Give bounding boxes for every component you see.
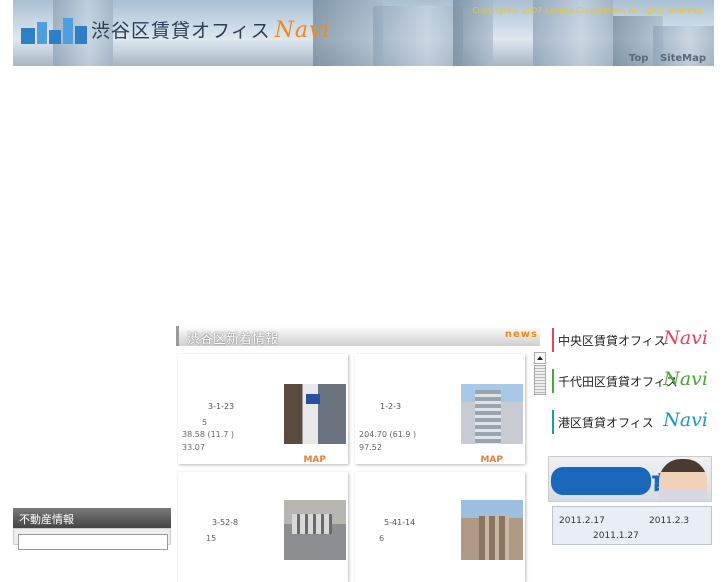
property-card[interactable]: 5-41-14 6 <box>355 472 525 582</box>
side-link-navi: Navi <box>663 409 708 431</box>
copyright: Copyright© 2007 Jusaina Corporation. All… <box>472 6 704 15</box>
side-link-navi: Navi <box>663 327 708 349</box>
property-photo[interactable] <box>461 500 523 560</box>
site-title[interactable]: 渋谷区賃貸オフィス Navi <box>91 16 330 43</box>
staff-photo <box>659 459 707 501</box>
side-link-label: 港区賃貸オフィス <box>558 416 654 430</box>
top-link[interactable]: Top <box>629 53 649 64</box>
property-floor: 15 <box>206 534 217 543</box>
property-address: 3-1-23 <box>208 402 235 411</box>
news-scrollbar[interactable] <box>534 352 546 396</box>
staff-comment-banner[interactable]: 担当者の一言 <box>548 456 712 502</box>
date-link[interactable]: 2011.1.27 <box>593 531 639 541</box>
site-title-navi: Navi <box>274 18 331 43</box>
site-title-text: 渋谷区賃貸オフィス <box>91 20 271 42</box>
property-area: 204.70 (61.9 ) <box>359 430 417 439</box>
property-address: 1-2-3 <box>380 402 402 411</box>
date-link[interactable]: 2011.2.3 <box>649 516 689 526</box>
date-link[interactable]: 2011.2.17 <box>559 516 605 526</box>
realestate-info-box <box>13 528 171 550</box>
comment-dates: 2011.2.17 2011.2.3 2011.1.27 <box>552 506 712 545</box>
property-photo[interactable] <box>461 384 523 444</box>
property-address: 3-52-8 <box>212 518 239 527</box>
news-heading-bar: 渋谷区新着情報 news <box>176 326 540 347</box>
banner-label: 担当者の一言 <box>557 473 671 495</box>
news-heading: 渋谷区新着情報 <box>187 332 279 347</box>
scroll-thumb[interactable] <box>534 365 546 395</box>
property-card[interactable]: 1-2-3 204.70 (61.9 ) 97.52 MAP <box>355 354 525 465</box>
scroll-up-icon[interactable] <box>534 352 546 364</box>
side-link-label: 千代田区賃貸オフィス <box>558 375 678 389</box>
property-photo[interactable] <box>284 384 346 444</box>
top-links: Top SiteMap <box>621 53 706 64</box>
side-link-chiyoda[interactable]: 千代田区賃貸オフィス Navi <box>552 368 710 393</box>
property-card[interactable]: 3-52-8 15 <box>178 472 348 582</box>
realestate-info-heading: 不動産情報 <box>13 508 171 528</box>
property-area: 38.58 (11.7 ) <box>182 430 235 439</box>
property-rent: 97.52 <box>359 443 382 452</box>
realestate-info-inner <box>18 534 168 550</box>
site-header: 渋谷区賃貸オフィス Navi Copyright© 2007 Jusaina Co… <box>13 0 714 66</box>
property-floor: 6 <box>379 534 385 543</box>
property-rent: 33.07 <box>182 443 205 452</box>
side-link-minato[interactable]: 港区賃貸オフィス Navi <box>552 409 710 434</box>
property-floor: 5 <box>202 418 208 427</box>
side-link-chuo[interactable]: 中央区賃貸オフィス Navi <box>552 327 710 352</box>
property-card[interactable]: 3-1-23 5 38.58 (11.7 ) 33.07 MAP <box>178 354 348 465</box>
side-link-label: 中央区賃貸オフィス <box>558 334 666 348</box>
property-address: 5-41-14 <box>384 518 416 527</box>
logo-icon <box>21 14 87 44</box>
map-link[interactable]: MAP <box>303 455 326 465</box>
news-badge: news <box>504 329 538 340</box>
map-link[interactable]: MAP <box>480 455 503 465</box>
sitemap-link[interactable]: SiteMap <box>660 53 706 64</box>
side-link-navi: Navi <box>663 368 708 390</box>
property-photo[interactable] <box>284 500 346 560</box>
